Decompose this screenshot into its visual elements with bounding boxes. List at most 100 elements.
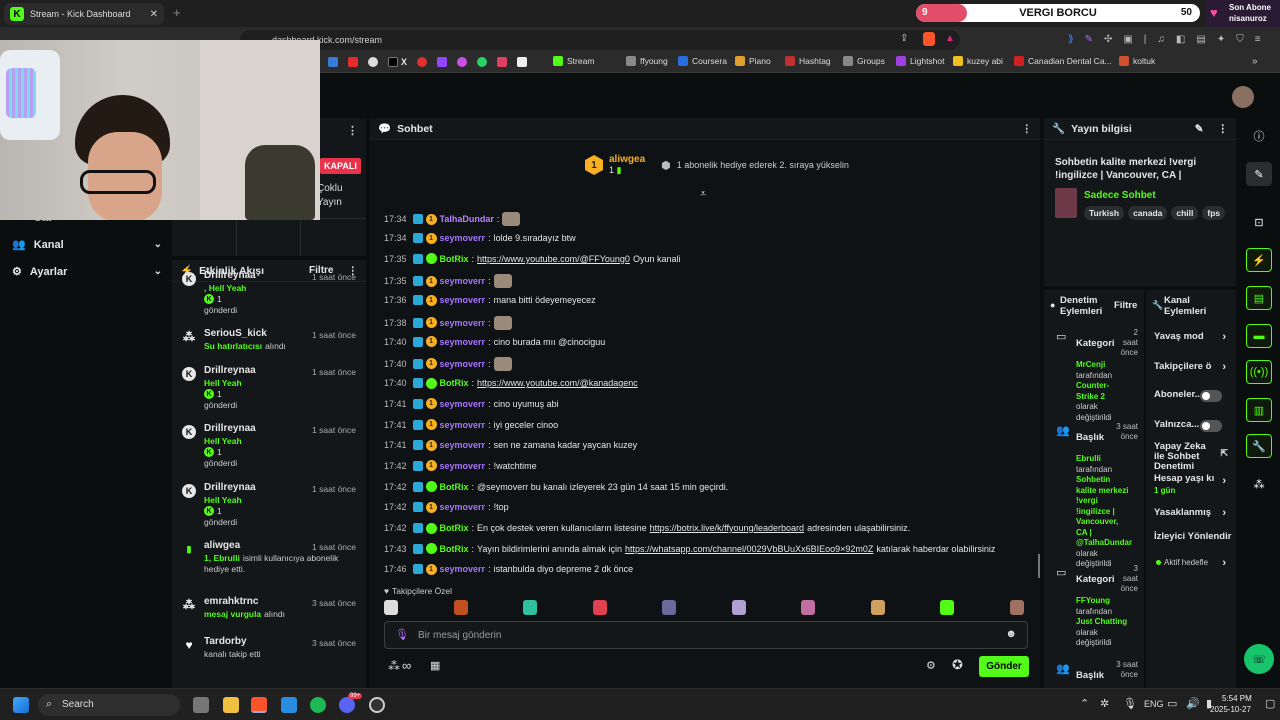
document-icon[interactable]: ▤ [1246, 286, 1272, 310]
chevron-right-icon[interactable]: › [1222, 362, 1226, 373]
whatsapp-icon[interactable] [477, 57, 488, 67]
bookmark-item[interactable]: Stream [553, 56, 594, 66]
microphone-icon[interactable]: 🎙 [395, 628, 409, 641]
chat-username[interactable]: seymoverr [440, 318, 486, 328]
chat-username[interactable]: seymoverr [440, 461, 486, 471]
chat-link[interactable]: https://whatsapp.com/channel/0029VbBUuXx… [625, 544, 873, 554]
new-tab-icon[interactable]: + [173, 5, 181, 20]
chat-username[interactable]: seymoverr [440, 440, 486, 450]
broadcast-icon[interactable]: ((•)) [1246, 360, 1272, 384]
mod-filter-button[interactable]: Filtre [1114, 300, 1137, 311]
toggle-switch[interactable] [1200, 420, 1222, 432]
chat-username[interactable]: BotRix [440, 523, 469, 533]
chat-username[interactable]: BotRix [440, 544, 469, 554]
chevron-up-icon[interactable]: ⌃ [1080, 697, 1089, 710]
info-icon[interactable]: ⓘ [1246, 124, 1272, 148]
emote-icon[interactable] [731, 600, 746, 615]
chat-link[interactable]: https://www.youtube.com/@kanadagenc [477, 378, 638, 388]
spotify-icon[interactable] [310, 697, 326, 713]
chat-username[interactable]: TalhaDundar [440, 214, 494, 224]
external-link-icon[interactable]: ⇱ [1220, 448, 1228, 458]
task-view-icon[interactable] [193, 697, 209, 713]
language-indicator[interactable]: ENG [1144, 699, 1164, 709]
chat-link[interactable]: https://www.youtube.com/@FFYoung0 [477, 254, 630, 264]
channel-action-item[interactable]: Aktif hedefle › [1154, 558, 1234, 569]
sidebar-item-kanal[interactable]: 👥 Kanal ⌄ [12, 238, 162, 252]
bolt-icon[interactable]: ⚡ [1246, 248, 1272, 272]
chat-scrollbar[interactable] [1038, 554, 1040, 578]
emote-icon[interactable] [453, 600, 468, 615]
extension-icon-2[interactable]: ✎ [1085, 34, 1093, 45]
emote-icon[interactable] [592, 600, 607, 615]
channel-action-item[interactable]: Hesap yaşı kı 1 gün › [1154, 474, 1234, 496]
bookmark-icon-1[interactable] [328, 57, 338, 67]
scroll-to-bottom-icon[interactable]: ⩡ [700, 188, 706, 201]
extension-icon-1[interactable]: ⟫ [1068, 34, 1074, 45]
brave-shield-icon[interactable] [923, 32, 935, 46]
settings-tray-icon[interactable]: ✲ [1100, 697, 1109, 710]
points-icon[interactable]: ⁂ [1246, 472, 1272, 496]
send-button[interactable]: Gönder [979, 656, 1029, 677]
sidebar-item-ayarlar[interactable]: ⚙ Ayarlar ⌄ [12, 265, 162, 279]
windows-start-icon[interactable] [13, 697, 29, 713]
bookmark-item[interactable]: Coursera [678, 56, 727, 66]
emote-icon[interactable] [870, 600, 885, 615]
bookmark-item[interactable]: ffyoung [626, 56, 668, 66]
channel-action-item[interactable]: Yapay Zeka ile Sohbet Denetimi ⇱ [1154, 442, 1234, 472]
puzzle-icon[interactable]: ✣ [1104, 34, 1112, 45]
discord-icon[interactable] [339, 697, 355, 713]
youtube-music-icon[interactable] [417, 57, 428, 67]
wrench-icon[interactable]: 🔧 [1246, 434, 1272, 458]
url-field[interactable]: dashboard.kick.com/stream ⇪ ▲ [240, 30, 960, 50]
emoji-icon[interactable]: ☻ [1005, 628, 1017, 640]
more-options-icon[interactable]: ⋮ [1022, 123, 1033, 135]
chat-username[interactable]: seymoverr [440, 359, 486, 369]
browser-tab[interactable]: K Stream - Kick Dashboard ✕ [4, 3, 164, 25]
infinity-icon[interactable]: ∞ [402, 658, 411, 673]
stream-tag[interactable]: fps [1202, 206, 1226, 220]
chat-username[interactable]: BotRix [440, 254, 469, 264]
points-icon[interactable]: ⁂ [388, 659, 400, 673]
file-explorer-icon[interactable] [223, 697, 239, 713]
bookmark-item[interactable]: Hashtag [785, 56, 831, 66]
stream-tag[interactable]: canada [1128, 206, 1168, 220]
chat-username[interactable]: seymoverr [440, 399, 486, 409]
youtube-icon[interactable] [348, 57, 358, 67]
chat-input[interactable]: 🎙 Bir mesaj gönderin ☻ [384, 621, 1028, 649]
notification-icon[interactable]: ▢ [1265, 697, 1275, 710]
emote-icon[interactable] [940, 600, 954, 615]
chevron-right-icon[interactable]: › [1222, 558, 1226, 569]
chevron-right-icon[interactable]: › [1222, 476, 1226, 487]
bookmark-item[interactable]: Lightshot [896, 56, 945, 66]
clock-time[interactable]: 5:54 PM [1222, 694, 1252, 703]
bookmark-item[interactable]: kuzey abi [953, 56, 1003, 66]
chevron-right-icon[interactable]: › [1222, 508, 1226, 519]
chevron-right-icon[interactable]: › [1222, 332, 1226, 343]
vpn-icon[interactable]: ⛉ [1236, 34, 1244, 45]
chat-username[interactable]: seymoverr [440, 420, 486, 430]
bookmark-item[interactable]: Groups [843, 56, 885, 66]
amazon-icon[interactable] [517, 57, 528, 67]
more-options-icon[interactable]: ⋮ [1218, 123, 1229, 135]
chat-username[interactable]: seymoverr [440, 337, 486, 347]
photos-icon[interactable] [281, 697, 297, 713]
chat-username[interactable]: seymoverr [440, 564, 486, 574]
twitch-icon[interactable] [437, 57, 448, 67]
screenshot-icon[interactable]: ⊡ [1246, 210, 1272, 234]
chat-link[interactable]: https://botrix.live/k/ffyoung/leaderboar… [650, 523, 804, 533]
toggle-switch[interactable] [1200, 390, 1222, 402]
chat-username[interactable]: seymoverr [440, 276, 486, 286]
mod-badge-icon[interactable]: ✪ [952, 657, 963, 673]
chat-username[interactable]: BotRix [440, 482, 469, 492]
category-name[interactable]: Sadece Sohbet [1084, 190, 1156, 201]
channel-action-item[interactable]: Takipçilere ö › [1154, 362, 1234, 373]
panel-icon[interactable]: ◧ [1176, 34, 1185, 45]
stream-tag[interactable]: Turkish [1084, 206, 1125, 220]
bookmark-item[interactable]: Canadian Dental Ca... [1014, 56, 1112, 66]
share-icon[interactable]: ⇪ [900, 33, 908, 44]
chat-username[interactable]: BotRix [440, 378, 469, 388]
wallet-icon[interactable]: ▤ [1196, 34, 1205, 45]
store-icon[interactable]: ▦ [430, 659, 440, 672]
more-bookmarks-icon[interactable]: » [1252, 56, 1258, 67]
layout-icon[interactable]: ▥ [1246, 398, 1272, 422]
